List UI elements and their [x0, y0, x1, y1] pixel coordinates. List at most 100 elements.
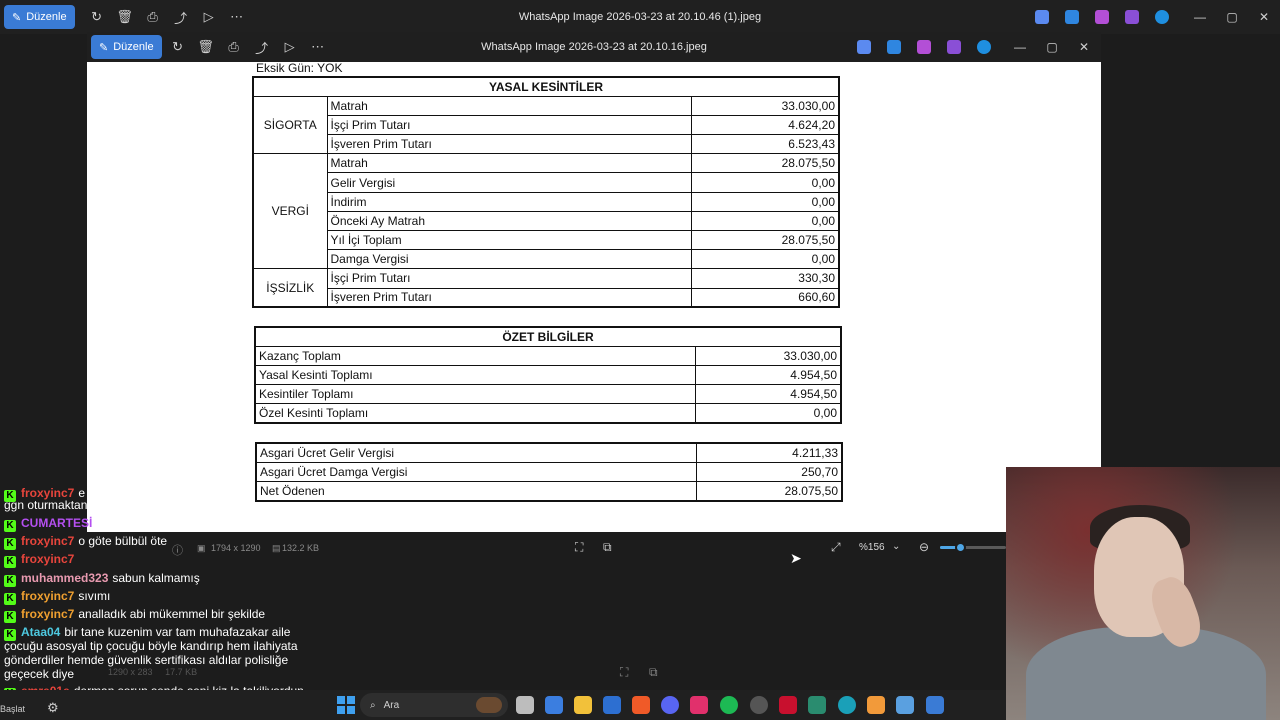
rotate-icon[interactable]: ↻ [164, 33, 192, 61]
group-vergi: VERGİ [252, 153, 328, 270]
zoom-percentage[interactable]: %156 [859, 542, 885, 553]
photos-ai-icon[interactable] [1125, 10, 1139, 24]
info-icon[interactable]: ⓘ [172, 542, 183, 558]
zoom-slider[interactable] [940, 542, 1006, 553]
row-label: İşveren Prim Tutarı [326, 134, 692, 155]
start-tile [347, 696, 355, 704]
zoom-slider-handle[interactable] [954, 542, 966, 553]
front-window-controls: — ▢ ✕ [1004, 40, 1100, 54]
eksik-gun-label: Eksik Gün: YOK [256, 62, 343, 75]
cloud-app-icon[interactable] [867, 696, 885, 714]
close-icon[interactable]: ✕ [1068, 40, 1100, 54]
chat-text: analladık abi mükemmel bir şekilde [78, 607, 266, 621]
chat-username: muhammed323 [21, 571, 109, 585]
taskbar-search[interactable]: ⌕ Ara [360, 693, 508, 717]
row-value: 28.075,50 [690, 153, 840, 174]
row-value: 660,60 [690, 287, 840, 308]
outlook-icon[interactable] [603, 696, 621, 714]
search-highlight-icon [476, 697, 502, 713]
chat-message: Kfroxyinc7 o göte bülbül öte [4, 532, 167, 550]
more-icon[interactable]: ⋯ [304, 33, 332, 61]
row-value: 0,00 [694, 403, 842, 424]
delete-icon[interactable]: 🗑 [111, 3, 139, 31]
minimize-icon[interactable]: — [1004, 40, 1036, 54]
slideshow-icon[interactable]: ▷ [195, 3, 223, 31]
more-icon[interactable]: ⋯ [223, 3, 251, 31]
notepad-icon[interactable] [896, 696, 914, 714]
copilot-icon[interactable] [857, 40, 871, 54]
designer-icon[interactable] [1065, 10, 1079, 24]
designer-icon[interactable] [887, 40, 901, 54]
copilot-icon[interactable] [1035, 10, 1049, 24]
taskbar-search-label: Ara [383, 699, 400, 711]
chat-username: froxyinc7 [21, 607, 75, 621]
share-icon[interactable]: ⤴ [248, 33, 276, 61]
file-size: 132.2 KB [282, 543, 320, 553]
print-icon[interactable]: ⎙ [220, 33, 248, 61]
chat-username: froxyinc7 [21, 589, 75, 603]
maximize-icon[interactable]: ▢ [1216, 10, 1248, 24]
front-window-titlebar: ✎ Düzenle ↻ 🗑 ⎙ ⤴ ▷ ⋯ WhatsApp Image 202… [87, 32, 1101, 62]
search-icon: ⌕ [370, 699, 376, 711]
settings-gear-icon[interactable]: ⚙ [47, 700, 59, 716]
back-edit-button[interactable]: ✎ Düzenle [4, 5, 75, 29]
row-value: 0,00 [690, 249, 840, 270]
onedrive-icon[interactable] [1155, 10, 1169, 24]
instagram-icon[interactable] [690, 696, 708, 714]
maximize-icon[interactable]: ▢ [1036, 40, 1068, 54]
steam-icon[interactable] [750, 696, 768, 714]
slideshow-icon[interactable]: ▷ [276, 33, 304, 61]
fit-to-window-icon[interactable]: ⛶ [575, 540, 583, 555]
ozet-header: ÖZET BİLGİLER [254, 326, 842, 347]
kick-badge-icon: K [4, 611, 16, 623]
image-viewport[interactable]: Eksik Gün: YOK YASAL KESİNTİLER SİGORTA … [87, 62, 1101, 532]
photos-app-icon[interactable] [926, 696, 944, 714]
row-label: Net Ödenen [255, 480, 697, 502]
chat-message: Kfroxyinc7 analladık abi mükemmel bir şek… [4, 605, 265, 623]
row-value: 4.954,50 [694, 384, 842, 405]
clipchamp-icon[interactable] [917, 40, 931, 54]
row-label: Kesintiler Toplamı [254, 384, 696, 405]
row-value: 4.624,20 [690, 114, 840, 136]
task-view-icon[interactable] [516, 696, 534, 714]
start-label[interactable]: Başlat [0, 704, 25, 714]
photos-ai-icon[interactable] [947, 40, 961, 54]
print-icon[interactable]: ⎙ [139, 3, 167, 31]
clipchamp-icon[interactable] [1095, 10, 1109, 24]
row-label: Asgari Ücret Damga Vergisi [255, 461, 697, 482]
store-icon[interactable] [545, 696, 563, 714]
chevron-down-icon[interactable]: ⌄ [892, 541, 900, 552]
kick-app-icon[interactable] [808, 696, 826, 714]
front-edit-button[interactable]: ✎ Düzenle [91, 35, 162, 59]
chat-text: ggn oturmaktan [4, 498, 88, 512]
row-label: İşveren Prim Tutarı [326, 287, 692, 308]
start-tile [337, 706, 345, 714]
brave-icon[interactable] [632, 696, 650, 714]
chat-message: ggn oturmaktan [4, 496, 87, 514]
row-label: Kazanç Toplam [254, 345, 696, 366]
file-explorer-icon[interactable] [574, 696, 592, 714]
rotate-icon[interactable]: ↻ [83, 3, 111, 31]
chat-message: K CUMARTESİ [4, 514, 96, 532]
crop-icon[interactable]: ⧉ [603, 540, 612, 555]
onedrive-icon[interactable] [977, 40, 991, 54]
discord-icon[interactable] [661, 696, 679, 714]
windows-start-icon[interactable] [337, 696, 355, 714]
close-icon[interactable]: ✕ [1248, 10, 1280, 24]
kick-badge-icon: K [4, 593, 16, 605]
spotify-icon[interactable] [720, 696, 738, 714]
share-icon[interactable]: ⤴ [167, 3, 195, 31]
delete-icon[interactable]: 🗑 [192, 33, 220, 61]
yasal-kesintiler-table: YASAL KESİNTİLER SİGORTA Matrah 33.030,0… [252, 76, 840, 309]
minimize-icon[interactable]: — [1184, 10, 1216, 24]
x-app-icon[interactable] [779, 696, 797, 714]
full-screen-icon[interactable]: ⤢ [831, 540, 841, 555]
kick-badge-icon: K [4, 538, 16, 550]
row-label: Önceki Ay Matrah [326, 210, 692, 232]
zoom-out-icon[interactable]: ⊖ [919, 540, 929, 554]
mouse-cursor-icon: ➤ [790, 550, 802, 566]
edit-icon: ✎ [12, 11, 22, 24]
network-app-icon[interactable] [838, 696, 856, 714]
image-dimensions: 1794 x 1290 [211, 543, 261, 553]
chat-username: CUMARTESİ [21, 516, 93, 530]
